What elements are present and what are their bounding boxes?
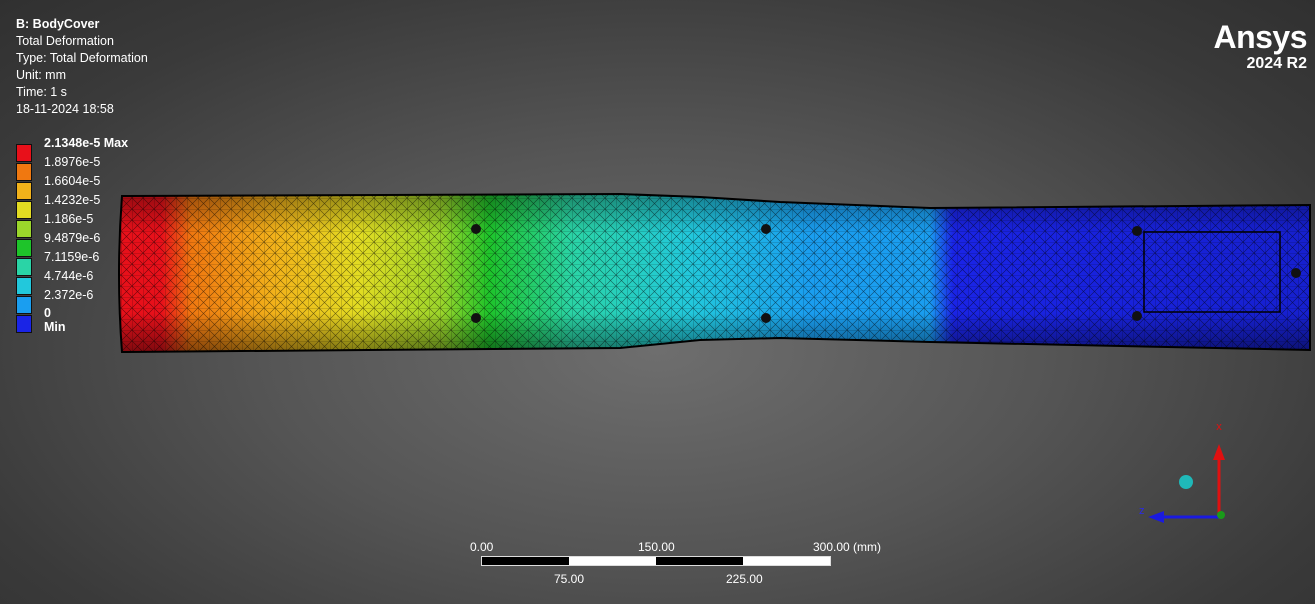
scale-label: 300.00 (mm) bbox=[813, 540, 882, 554]
scale-label: 0.00 bbox=[470, 540, 494, 554]
hole bbox=[761, 224, 771, 234]
x-axis-label: x bbox=[1216, 421, 1222, 433]
body-cover-part[interactable] bbox=[118, 192, 1311, 354]
model-viewport[interactable] bbox=[0, 0, 1315, 604]
hole bbox=[471, 313, 481, 323]
scale-label: 150.00 bbox=[638, 540, 675, 554]
scale-bar-ruler bbox=[481, 556, 831, 566]
axis-triad[interactable]: x z bbox=[1120, 410, 1240, 530]
z-axis-label: z bbox=[1139, 505, 1145, 517]
hole bbox=[1291, 268, 1301, 278]
scale-label: 225.00 bbox=[726, 572, 763, 586]
triad-iso-ball[interactable] bbox=[1179, 475, 1193, 489]
scale-bar: 0.00 150.00 300.00 (mm) 75.00 225.00 bbox=[470, 538, 890, 588]
hole bbox=[471, 224, 481, 234]
hole bbox=[1132, 226, 1142, 236]
hole bbox=[761, 313, 771, 323]
hole bbox=[1132, 311, 1142, 321]
y-axis-dot bbox=[1217, 511, 1225, 519]
scale-label: 75.00 bbox=[554, 572, 585, 586]
